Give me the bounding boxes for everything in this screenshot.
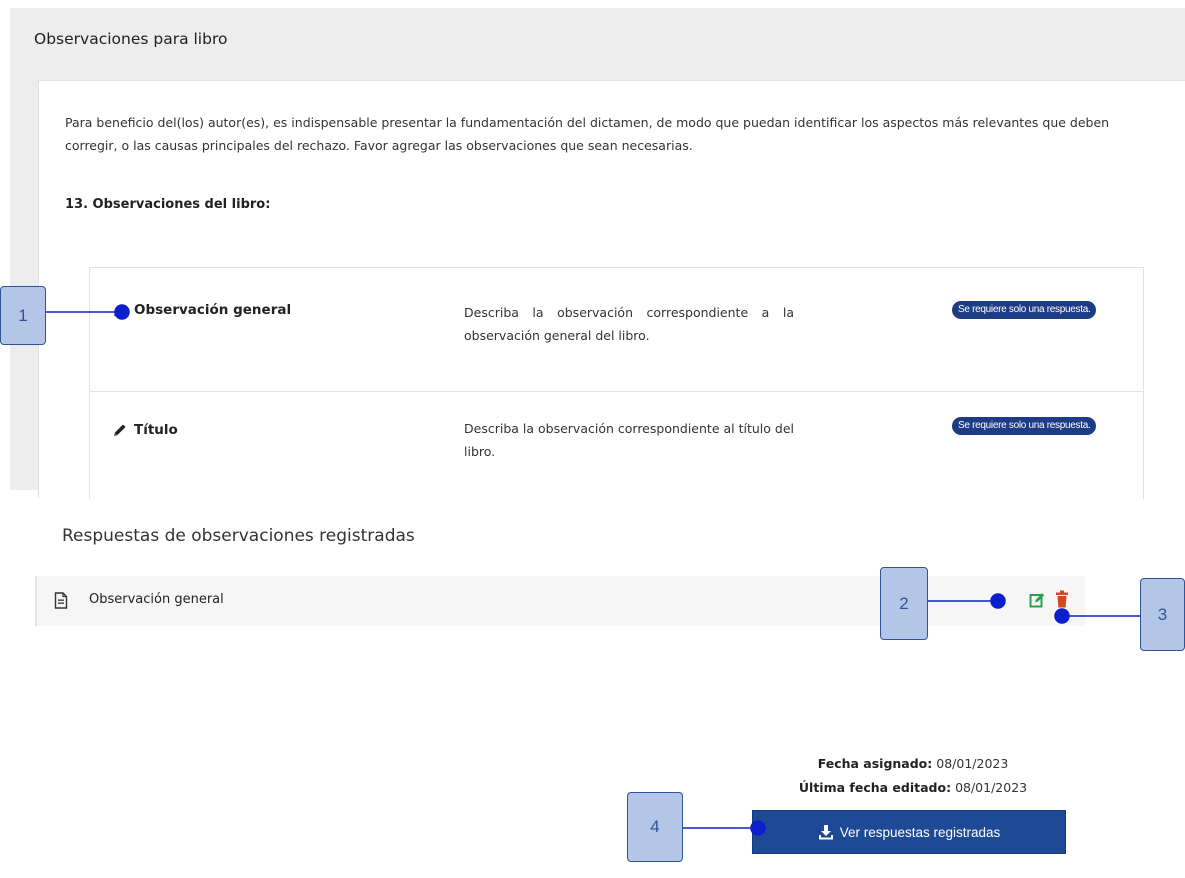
response-label: Observación general xyxy=(89,592,224,607)
assigned-date-label: Fecha asignado: xyxy=(817,756,933,771)
view-responses-label: Ver respuestas registradas xyxy=(839,824,1001,840)
edited-date: Última fecha editado: 08/01/2023 xyxy=(760,780,1066,795)
edited-date-value: 08/01/2023 xyxy=(955,780,1028,795)
assigned-date-value: 08/01/2023 xyxy=(936,756,1009,771)
observation-name-label: Observación general xyxy=(134,302,292,318)
responses-section-title: Respuestas de observaciones registradas xyxy=(62,526,415,546)
intro-text: Para beneficio del(los) autor(es), es in… xyxy=(65,115,1110,153)
document-icon xyxy=(54,592,68,609)
observations-panel: Observaciones para libro Para beneficio … xyxy=(10,8,1185,499)
single-response-badge: Se requiere solo una respuesta. xyxy=(952,301,1097,319)
edited-date-label: Última fecha editado: xyxy=(798,780,952,795)
observation-item-title[interactable]: Título Describa la observación correspon… xyxy=(90,392,1143,516)
callout-1: 1 xyxy=(0,286,46,345)
observations-card: Para beneficio del(los) autor(es), es in… xyxy=(38,80,1185,499)
pencil-icon xyxy=(114,424,126,436)
single-response-badge: Se requiere solo una respuesta. xyxy=(952,417,1097,435)
observation-name: Observación general xyxy=(112,302,291,318)
section-label: 13. Observaciones del libro: xyxy=(65,197,271,212)
observation-list: Observación general Describa la observac… xyxy=(89,267,1144,499)
assigned-date: Fecha asignado: 08/01/2023 xyxy=(760,756,1066,771)
panel-title: Observaciones para libro xyxy=(34,30,228,48)
observation-item-general[interactable]: Observación general Describa la observac… xyxy=(90,268,1143,392)
observation-description: Describa la observación correspondiente … xyxy=(464,305,794,343)
callout-2: 2 xyxy=(880,567,928,640)
view-responses-button[interactable]: Ver respuestas registradas xyxy=(752,810,1066,854)
download-icon xyxy=(818,825,833,840)
observation-name: Título xyxy=(112,422,178,438)
observation-description: Describa la observación correspondiente … xyxy=(464,421,794,459)
trash-icon[interactable] xyxy=(1055,590,1069,608)
observation-name-label: Título xyxy=(134,422,178,438)
callout-3: 3 xyxy=(1140,578,1185,651)
pencil-icon xyxy=(114,304,126,316)
edit-icon[interactable] xyxy=(1029,592,1045,608)
callout-4: 4 xyxy=(627,792,683,862)
